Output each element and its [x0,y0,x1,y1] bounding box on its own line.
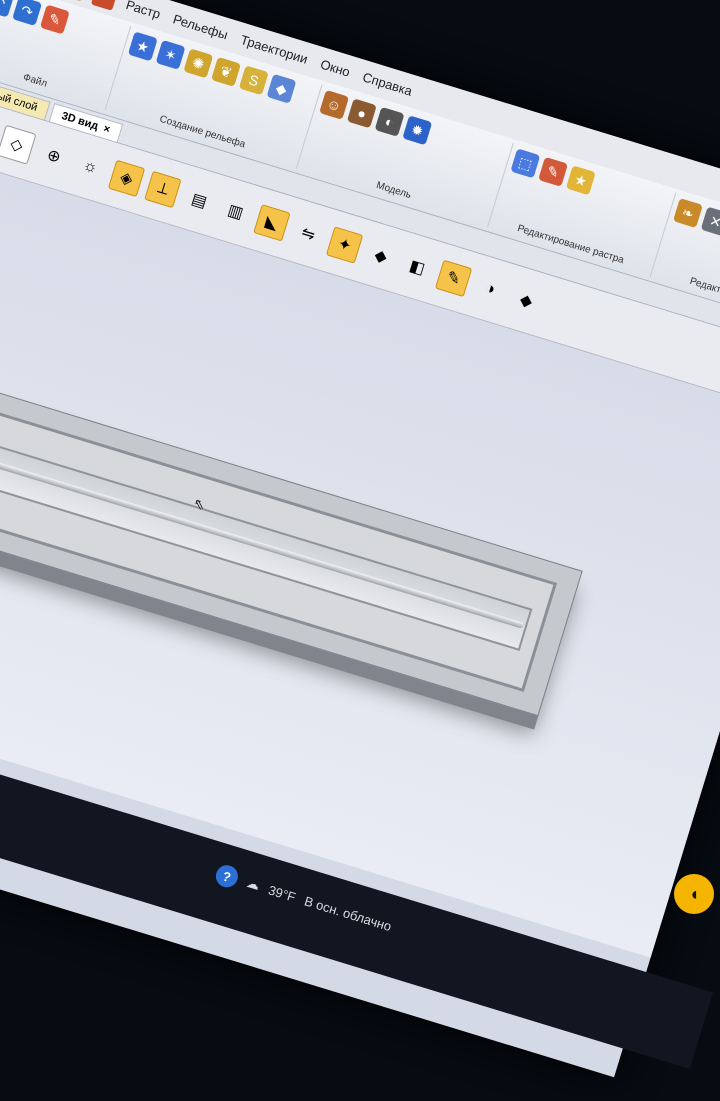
menu-window[interactable]: Окно [317,55,354,79]
redo-icon[interactable]: ↷ [12,0,43,26]
flatten-icon[interactable]: ◆ [362,237,399,274]
tools-icon[interactable]: ✕ [700,206,720,237]
brush-icon[interactable]: ✎ [538,156,569,187]
watermark-logo: ◖ [674,874,714,914]
weather-icon: ☁ [244,874,262,893]
bear-icon[interactable]: ● [346,98,377,129]
star-tool-icon[interactable]: ✦ [325,226,364,264]
edit-icon[interactable]: ✎ [39,4,70,35]
zoom-icon[interactable]: ⊕ [35,137,72,174]
iso-view-icon[interactable]: ◇ [0,124,37,165]
grayscale-icon[interactable]: ◐ [374,106,405,137]
s-curve-icon[interactable]: S [238,65,269,96]
portrait-icon[interactable]: ☺ [319,89,350,120]
plane-view-icon[interactable]: ◈ [107,159,146,198]
layers-icon[interactable]: ◧ [399,249,436,286]
close-icon[interactable]: × [102,123,112,136]
feather-icon[interactable]: ❧ [672,198,703,229]
texture-icon[interactable]: ▤ [180,182,217,219]
shade-icon[interactable]: ▥ [217,193,254,230]
paste-icon[interactable] [90,0,119,11]
axes-icon[interactable]: ⟂ [144,170,182,209]
mirror-icon[interactable]: ⇋ [289,215,326,252]
panel-relief-model [0,359,583,717]
color-icon[interactable]: ◆ [508,282,545,319]
globe-icon[interactable]: ✹ [402,115,433,146]
star-shape-icon[interactable]: ★ [127,31,158,62]
monitor-screen: Растр Рельефы Траектории Окно Справка ↶ … [0,0,720,1078]
knot-icon[interactable]: ✺ [183,48,214,79]
relief-icon[interactable]: ◣ [253,204,291,242]
sculpt-icon[interactable]: ✎ [434,259,473,298]
temperature: 39°F [266,881,298,905]
layer-icon[interactable]: ◆ [266,73,297,104]
transform-icon[interactable]: ⬚ [510,148,541,179]
menu-raster[interactable]: Растр [122,0,164,22]
spiral-icon[interactable]: ✶ [155,39,186,70]
star-icon[interactable]: ★ [565,165,596,196]
light-icon[interactable]: ☼ [71,149,108,186]
leaf-icon[interactable]: ❦ [211,56,242,87]
smooth-icon[interactable]: ◑ [471,271,508,308]
